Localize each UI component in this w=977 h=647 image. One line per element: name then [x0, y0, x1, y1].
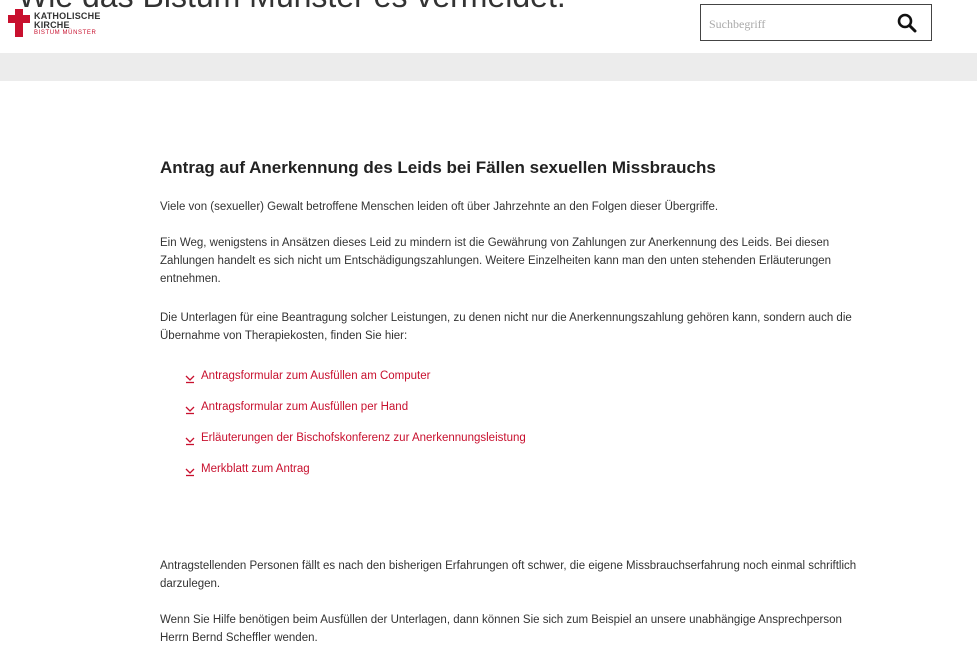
list-item: Erläuterungen der Bischofskonferenz zur …: [185, 432, 526, 463]
intro-paragraph-3: Die Unterlagen für eine Beantragung solc…: [160, 312, 852, 342]
download-icon: [185, 406, 195, 415]
download-icon: [185, 437, 195, 446]
site-logo[interactable]: KATHOLISCHE KIRCHE BISTUM MÜNSTER: [8, 9, 148, 49]
download-icon: [185, 468, 195, 477]
list-item: Antragsformular zum Ausfüllen am Compute…: [185, 370, 526, 401]
intro-paragraph-1: Viele von (sexueller) Gewalt betroffene …: [160, 201, 719, 213]
list-item: Antragsformular zum Ausfüllen per Hand: [185, 401, 526, 432]
list-item: Merkblatt zum Antrag: [185, 463, 526, 494]
download-link-computer-form[interactable]: Antragsformular zum Ausfüllen am Compute…: [201, 370, 430, 382]
search-input[interactable]: [707, 11, 881, 37]
cross-icon: [8, 9, 30, 37]
download-link-explanations[interactable]: Erläuterungen der Bischofskonferenz zur …: [201, 432, 526, 444]
search-icon[interactable]: [897, 13, 917, 33]
info-paragraph-1: Antragstellenden Personen fällt es nach …: [160, 560, 857, 590]
download-icon: [185, 375, 195, 384]
download-link-hand-form[interactable]: Antragsformular zum Ausfüllen per Hand: [201, 401, 408, 413]
download-list: Antragsformular zum Ausfüllen am Compute…: [185, 370, 526, 494]
navigation-bar: [0, 53, 977, 81]
logo-line2: KIRCHE: [34, 20, 70, 30]
search-box: [700, 4, 932, 41]
logo-line3: BISTUM MÜNSTER: [34, 30, 97, 36]
intro-paragraph-2: Ein Weg, wenigstens in Ansätzen dieses L…: [160, 237, 832, 285]
page-title: Antrag auf Anerkennung des Leids bei Fäl…: [160, 158, 716, 177]
info-paragraph-2: Wenn Sie Hilfe benötigen beim Ausfüllen …: [160, 614, 842, 644]
download-link-info-sheet[interactable]: Merkblatt zum Antrag: [201, 463, 310, 475]
